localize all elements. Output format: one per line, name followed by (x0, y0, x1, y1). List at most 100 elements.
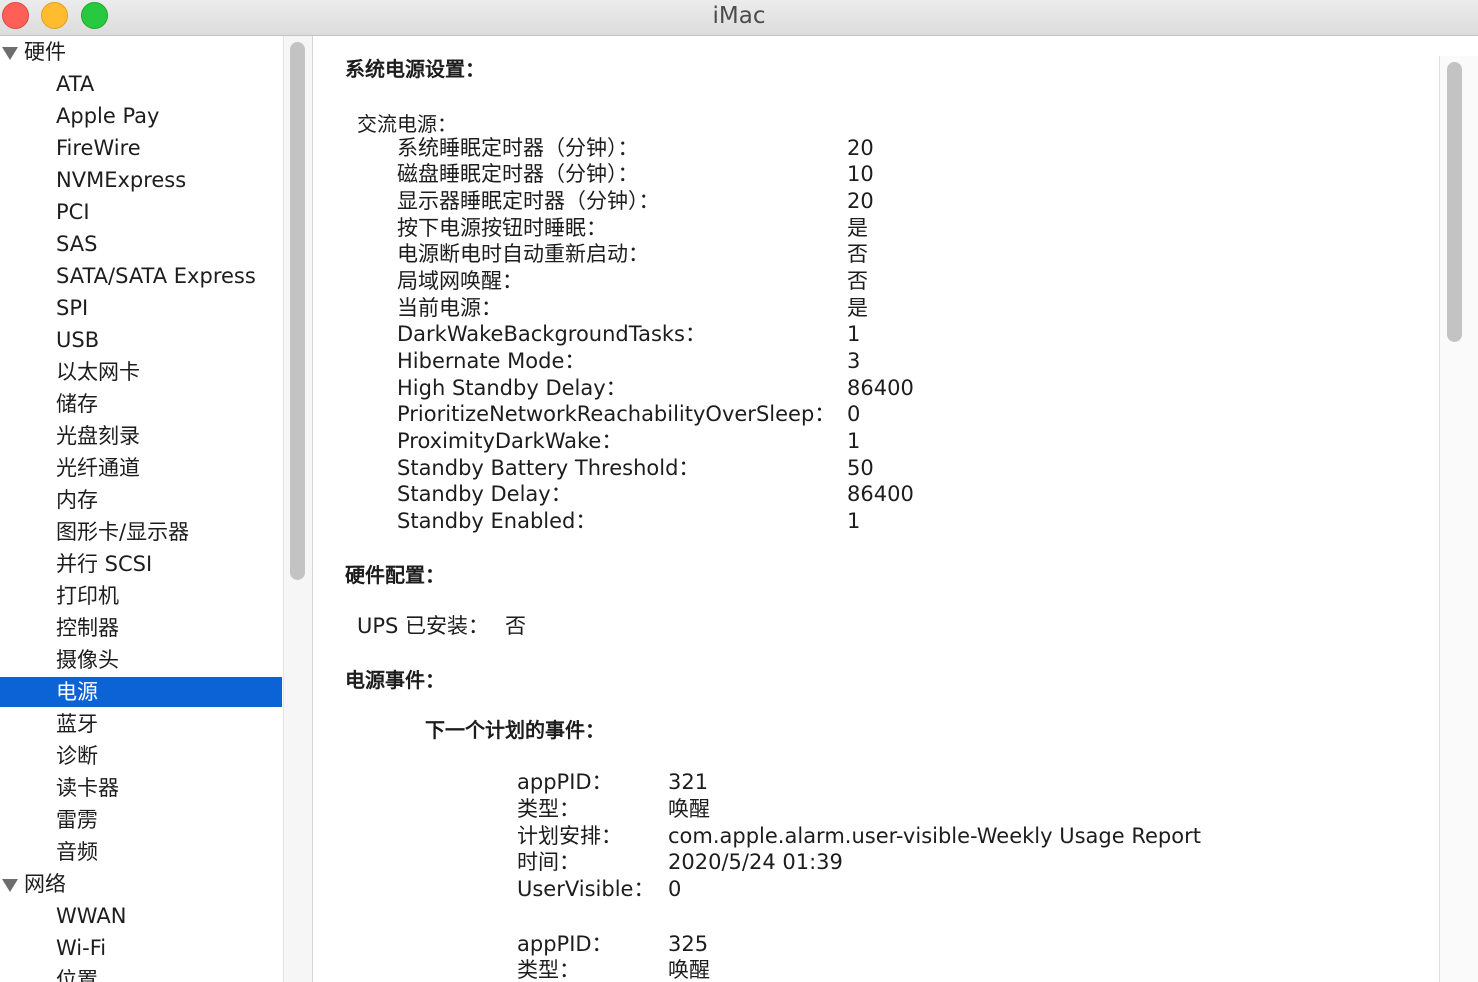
setting-value: 10 (847, 162, 874, 186)
event-key: 计划安排： (517, 824, 622, 848)
setting-value: 1 (847, 429, 861, 453)
detail-scrollbar[interactable] (1439, 56, 1478, 982)
sidebar-item-label: 储存 (56, 392, 98, 416)
sidebar-item-ata[interactable]: ATA (0, 69, 282, 99)
sidebar-item-storage[interactable]: 储存 (0, 389, 282, 419)
setting-key: Standby Battery Threshold： (397, 456, 700, 480)
sidebar-item-label: 诊断 (56, 744, 98, 768)
sidebar-item-label: 音频 (56, 840, 98, 864)
setting-value: 1 (847, 322, 861, 346)
sidebar-item-thunderbolt[interactable]: 雷雳 (0, 805, 282, 835)
setting-key: 显示器睡眠定时器（分钟）： (397, 189, 660, 213)
sidebar-item-label: 打印机 (56, 584, 119, 608)
sidebar-item-label: USB (56, 328, 100, 352)
event-value: 唤醒 (668, 797, 710, 821)
event-value: 2020/5/24 01:39 (668, 850, 843, 874)
setting-key: 局域网唤醒： (397, 269, 523, 293)
sidebar-item-label: 位置 (56, 968, 98, 982)
sidebar-item-label: SAS (56, 232, 98, 256)
setting-key: 按下电源按钮时睡眠： (397, 216, 607, 240)
sidebar-item-label: 光纤通道 (56, 456, 140, 480)
setting-key: 系统睡眠定时器（分钟）： (397, 136, 639, 160)
sidebar-item-apple-pay[interactable]: Apple Pay (0, 101, 282, 131)
sidebar-scrollbar[interactable] (283, 36, 313, 982)
sidebar-item-pci[interactable]: PCI (0, 197, 282, 227)
sidebar-item-controller[interactable]: 控制器 (0, 613, 282, 643)
sidebar-item-label: 电源 (56, 680, 98, 704)
sidebar-item-label: SATA/SATA Express (56, 264, 256, 288)
sidebar-item-label: 内存 (56, 488, 98, 512)
sidebar-item-label: 控制器 (56, 616, 119, 640)
sidebar-group-hardware[interactable]: 硬件 (0, 37, 282, 67)
sidebar-item-label: NVMExpress (56, 168, 187, 192)
ups-installed-value: 否 (505, 614, 526, 638)
sidebar-item-label: 雷雳 (56, 808, 98, 832)
sidebar-item-disc-burning[interactable]: 光盘刻录 (0, 421, 282, 451)
detail-scrollbar-thumb[interactable] (1447, 62, 1462, 342)
detail-pane: 系统电源设置： 交流电源： 系统睡眠定时器（分钟）： 20 磁盘睡眠定时器（分钟… (314, 36, 1439, 982)
event-key: UserVisible： (517, 877, 655, 901)
sidebar-group-label: 硬件 (24, 40, 66, 64)
power-settings-heading: 系统电源设置： (345, 57, 485, 81)
event-value: 321 (668, 770, 709, 794)
sidebar-item-power[interactable]: 电源 (0, 677, 282, 707)
sidebar-item-label: ATA (56, 72, 95, 96)
setting-value: 3 (847, 349, 861, 373)
setting-value: 86400 (847, 482, 914, 506)
event-key: 类型： (517, 958, 580, 982)
sidebar-item-sata[interactable]: SATA/SATA Express (0, 261, 282, 291)
sidebar-item-diagnostics[interactable]: 诊断 (0, 741, 282, 771)
sidebar-item-nvmexpress[interactable]: NVMExpress (0, 165, 282, 195)
sidebar-item-ethernet[interactable]: 以太网卡 (0, 357, 282, 387)
setting-key: ProximityDarkWake： (397, 429, 623, 453)
sidebar-item-graphics-displays[interactable]: 图形卡/显示器 (0, 517, 282, 547)
sidebar-item-label: 蓝牙 (56, 712, 98, 736)
setting-key: Hibernate Mode： (397, 349, 586, 373)
sidebar-item-usb[interactable]: USB (0, 325, 282, 355)
sidebar: 硬件 ATA Apple Pay FireWire NVMExpress PCI… (0, 36, 283, 982)
sidebar-item-printers[interactable]: 打印机 (0, 581, 282, 611)
setting-value: 1 (847, 509, 861, 533)
sidebar-item-label: 并行 SCSI (56, 552, 153, 576)
setting-key: 当前电源： (397, 296, 502, 320)
setting-key: Standby Enabled： (397, 509, 597, 533)
ups-installed-label: UPS 已安装： (357, 614, 490, 638)
sidebar-item-parallel-scsi[interactable]: 并行 SCSI (0, 549, 282, 579)
event-value: 325 (668, 932, 709, 956)
setting-value: 20 (847, 136, 874, 160)
sidebar-item-wwan[interactable]: WWAN (0, 901, 282, 931)
event-key: appPID： (517, 932, 613, 956)
sidebar-item-locations[interactable]: 位置 (0, 965, 282, 982)
sidebar-item-spi[interactable]: SPI (0, 293, 282, 323)
disclosure-triangle-icon[interactable] (2, 47, 18, 60)
setting-value: 是 (847, 216, 868, 240)
sidebar-item-memory[interactable]: 内存 (0, 485, 282, 515)
sidebar-item-firewire[interactable]: FireWire (0, 133, 282, 163)
sidebar-item-bluetooth[interactable]: 蓝牙 (0, 709, 282, 739)
sidebar-scrollbar-thumb[interactable] (290, 42, 305, 580)
disclosure-triangle-icon[interactable] (2, 879, 18, 892)
sidebar-item-label: Wi-Fi (56, 936, 107, 960)
setting-key: High Standby Delay： (397, 376, 627, 400)
sidebar-item-label: WWAN (56, 904, 127, 928)
setting-value: 50 (847, 456, 874, 480)
sidebar-group-label: 网络 (24, 872, 66, 896)
setting-key: 磁盘睡眠定时器（分钟）： (397, 162, 639, 186)
sidebar-item-card-reader[interactable]: 读卡器 (0, 773, 282, 803)
sidebar-item-camera[interactable]: 摄像头 (0, 645, 282, 675)
hardware-config-heading: 硬件配置： (345, 563, 445, 587)
event-value: 0 (668, 877, 682, 901)
sidebar-item-label: 以太网卡 (56, 360, 140, 384)
sidebar-item-label: 光盘刻录 (56, 424, 140, 448)
sidebar-item-sas[interactable]: SAS (0, 229, 282, 259)
title-bar: iMac (0, 0, 1478, 36)
sidebar-group-network[interactable]: 网络 (0, 869, 282, 899)
sidebar-item-fibre-channel[interactable]: 光纤通道 (0, 453, 282, 483)
next-scheduled-events-label: 下一个计划的事件： (425, 718, 605, 742)
sidebar-item-wifi[interactable]: Wi-Fi (0, 933, 282, 963)
setting-value: 是 (847, 296, 868, 320)
sidebar-item-label: PCI (56, 200, 90, 224)
power-events-heading: 电源事件： (345, 668, 445, 692)
sidebar-item-audio[interactable]: 音频 (0, 837, 282, 867)
setting-key: PrioritizeNetworkReachabilityOverSleep： (397, 402, 836, 426)
